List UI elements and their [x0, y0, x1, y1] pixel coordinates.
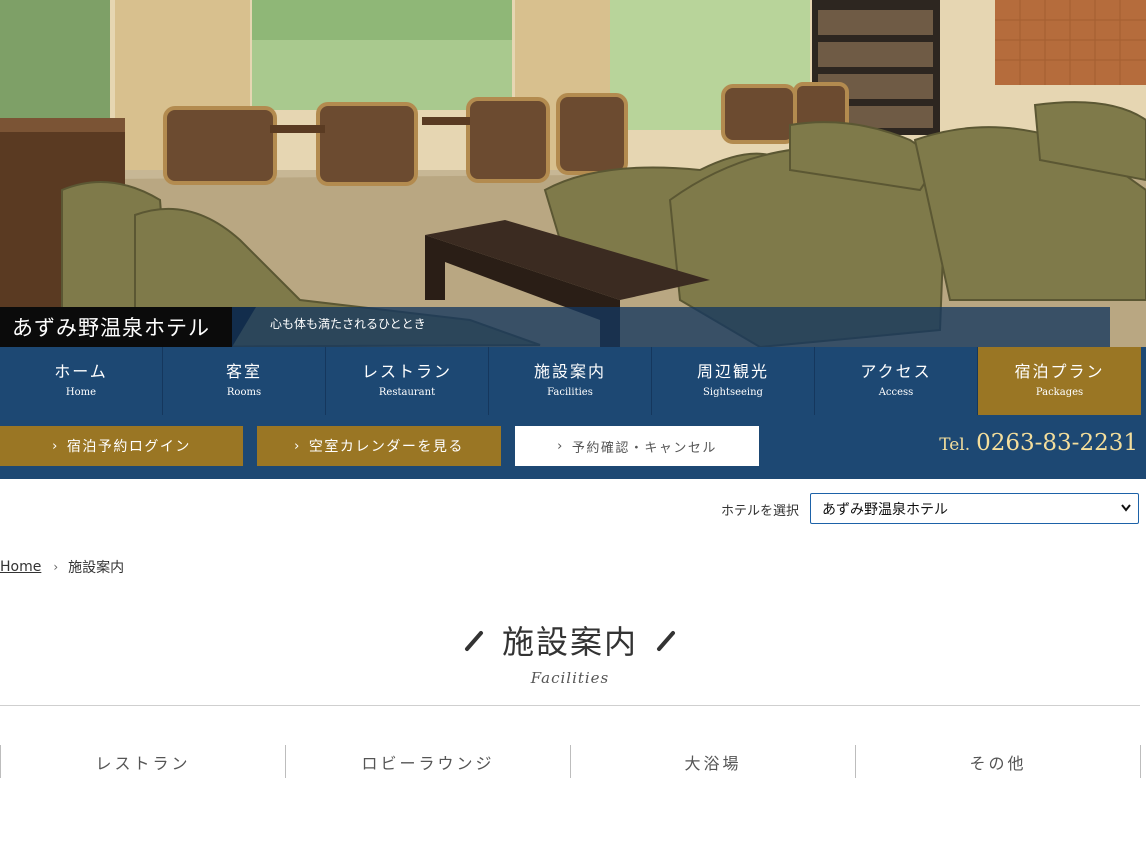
hotel-tagline: 心も体も満たされるひととき — [270, 316, 426, 331]
hotel-tagline-bar: 心も体も満たされるひととき — [232, 307, 1110, 347]
nav-label-en: Home — [65, 387, 97, 398]
nav-label-en: Packages — [1035, 387, 1084, 398]
hotel-name: あずみ野温泉ホテル — [0, 307, 256, 347]
slash-decoration-icon — [464, 631, 483, 651]
main-nav: ホーム Home 客室 Rooms レストラン Restaurant 施設案内 … — [0, 347, 1146, 415]
phone-label: Tel. — [939, 435, 971, 455]
facility-tabs: レストラン ロビーラウンジ 大浴場 その他 — [0, 745, 1142, 778]
hotel-select-label: ホテルを選択 — [721, 504, 800, 519]
nav-label-jp: アクセス — [860, 362, 932, 381]
hotel-select-dropdown[interactable]: あずみ野温泉ホテル — [810, 493, 1139, 524]
tab-lobby-lounge[interactable]: ロビーラウンジ — [286, 745, 571, 778]
reservation-confirm-button[interactable]: › 予約確認・キャンセル — [515, 426, 759, 466]
tab-restaurant[interactable]: レストラン — [1, 745, 286, 778]
chevron-down-icon — [1121, 504, 1131, 512]
nav-label-en: Restaurant — [378, 387, 436, 398]
hotel-select-row: ホテルを選択 あずみ野温泉ホテル — [0, 493, 1140, 524]
chevron-right-icon: › — [294, 438, 301, 454]
reservation-login-label: 宿泊予約ログイン — [66, 439, 191, 455]
nav-item-sightseeing[interactable]: 周辺観光 Sightseeing — [652, 347, 815, 415]
vacancy-calendar-label: 空室カレンダーを見る — [308, 439, 464, 455]
hero-photo — [0, 0, 1146, 347]
phone-number[interactable]: Tel. 0263-83-2231 — [939, 430, 1138, 456]
nav-item-home[interactable]: ホーム Home — [0, 347, 163, 415]
nav-label-en: Access — [878, 387, 914, 398]
page-heading: 施設案内 Facilities — [0, 617, 1140, 687]
tab-large-bath[interactable]: 大浴場 — [571, 745, 856, 778]
page-subtitle: Facilities — [530, 669, 610, 687]
tab-other[interactable]: その他 — [856, 745, 1141, 778]
page-title: 施設案内 — [501, 623, 638, 661]
reservation-login-button[interactable]: › 宿泊予約ログイン — [0, 426, 243, 466]
vacancy-calendar-button[interactable]: › 空室カレンダーを見る — [257, 426, 501, 466]
breadcrumb-home-link[interactable]: Home — [0, 559, 41, 575]
reservation-bar: › 宿泊予約ログイン › 空室カレンダーを見る › 予約確認・キャンセル Tel… — [0, 415, 1146, 479]
chevron-right-icon: › — [53, 560, 59, 574]
hotel-select-value: あずみ野温泉ホテル — [822, 501, 948, 518]
nav-item-rooms[interactable]: 客室 Rooms — [163, 347, 326, 415]
nav-label-en: Sightseeing — [703, 387, 763, 398]
nav-label-en: Facilities — [547, 387, 593, 398]
nav-item-facilities[interactable]: 施設案内 Facilities — [489, 347, 652, 415]
nav-label-jp: 施設案内 — [533, 362, 606, 381]
breadcrumb: Home › 施設案内 — [0, 557, 124, 577]
hero-banner: あずみ野温泉ホテル 心も体も満たされるひととき — [0, 0, 1146, 347]
nav-item-restaurant[interactable]: レストラン Restaurant — [326, 347, 489, 415]
breadcrumb-current: 施設案内 — [68, 560, 125, 576]
nav-label-jp: ホーム — [54, 362, 108, 381]
chevron-right-icon: › — [557, 438, 564, 454]
hotel-title-bar: あずみ野温泉ホテル 心も体も満たされるひととき — [0, 307, 1110, 347]
nav-label-jp: レストラン — [361, 362, 452, 381]
slash-decoration-icon — [657, 631, 675, 651]
nav-label-jp: 客室 — [225, 362, 262, 381]
chevron-right-icon: › — [52, 438, 59, 454]
nav-label-jp: 周辺観光 — [696, 362, 769, 381]
nav-item-packages[interactable]: 宿泊プラン Packages — [978, 347, 1141, 415]
nav-item-access[interactable]: アクセス Access — [815, 347, 978, 415]
phone-value: 0263-83-2231 — [976, 430, 1138, 456]
reservation-confirm-label: 予約確認・キャンセル — [571, 440, 717, 456]
nav-label-jp: 宿泊プラン — [1014, 362, 1105, 381]
heading-divider — [0, 705, 1140, 706]
nav-label-en: Rooms — [226, 387, 262, 398]
